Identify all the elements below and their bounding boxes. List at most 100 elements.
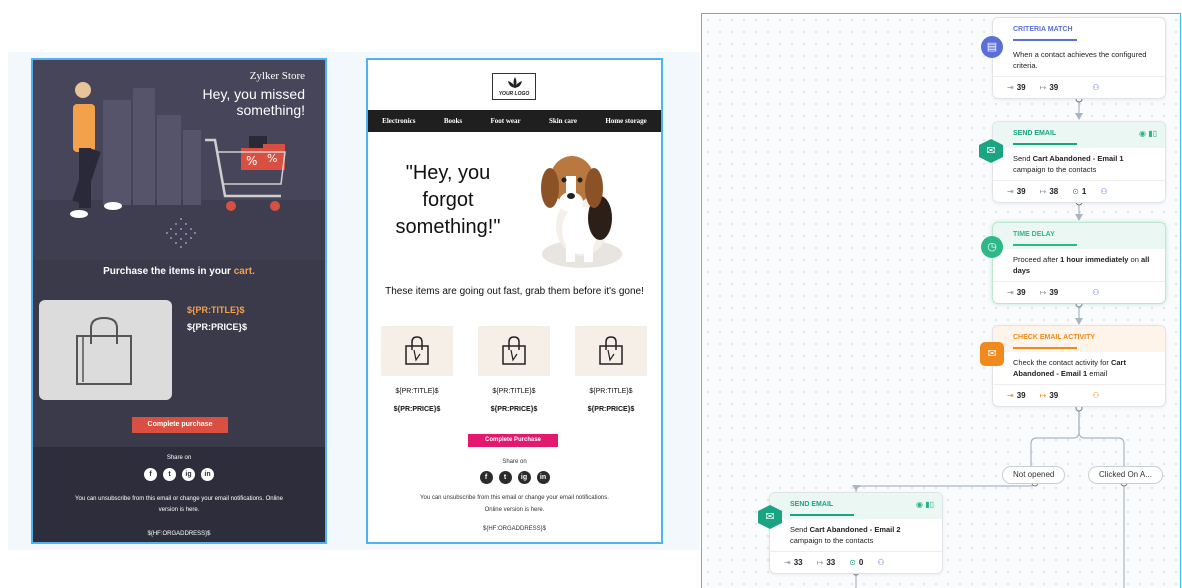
node-description: When a contact achieves the configured c… bbox=[1013, 50, 1147, 70]
product-price-token: ${PR:PRICE}$ bbox=[393, 406, 441, 413]
view-report-icons[interactable]: ◉ ▮▯ bbox=[1139, 129, 1157, 138]
node-type-label: CRITERIA MATCH bbox=[1013, 26, 1073, 33]
branch-clicked-on[interactable]: Clicked On A... bbox=[1088, 466, 1163, 484]
unsubscribe-text[interactable]: You can unsubscribe from this email or c… bbox=[412, 492, 617, 516]
hero-quote: "Hey, you forgot something!" bbox=[395, 162, 501, 238]
stat-goal: ⊙ 1 bbox=[1072, 187, 1087, 196]
email-template-light[interactable]: YOUR LOGO Electronics Books Foot wear Sk… bbox=[366, 58, 663, 544]
node-send-email-1[interactable]: SEND EMAIL ◉ ▮▯ Send Cart Abandoned - Em… bbox=[992, 121, 1166, 203]
unsubscribe-text[interactable]: You can unsubscribe from this email or c… bbox=[73, 494, 285, 516]
facebook-icon[interactable]: f bbox=[479, 471, 493, 484]
contacts-icon[interactable]: ⚇ bbox=[1100, 187, 1107, 196]
node-description: Send Cart Abandoned - Email 2 campaign t… bbox=[790, 525, 901, 545]
nav-item-skin-care[interactable]: Skin care bbox=[549, 117, 577, 125]
node-type-label: SEND EMAIL bbox=[790, 501, 834, 508]
shopping-bag-icon bbox=[405, 336, 429, 365]
building-shape bbox=[133, 88, 155, 205]
nav-item-electronics[interactable]: Electronics bbox=[382, 117, 415, 125]
header-underline bbox=[1013, 347, 1077, 349]
enter-icon: ⇥ bbox=[1007, 187, 1014, 196]
lotus-icon bbox=[508, 77, 522, 88]
node-header: TIME DELAY bbox=[993, 223, 1165, 249]
instagram-icon[interactable]: ig bbox=[182, 468, 195, 481]
goal-icon: ⊙ bbox=[1072, 187, 1079, 196]
stat-entered: ⇥ 33 bbox=[784, 558, 803, 567]
node-criteria-match[interactable]: CRITERIA MATCH When a contact achieves t… bbox=[992, 17, 1166, 99]
contacts-icon[interactable]: ⚇ bbox=[1092, 288, 1099, 297]
purchase-text: Purchase the items in your bbox=[103, 266, 234, 277]
complete-purchase-button[interactable]: Complete Purchase bbox=[468, 434, 558, 447]
contacts-icon[interactable]: ⚇ bbox=[877, 558, 884, 567]
stat-entered-value: 39 bbox=[1016, 83, 1026, 92]
exit-icon: ↦ bbox=[1039, 187, 1047, 196]
enter-icon: ⇥ bbox=[1007, 288, 1014, 297]
branch-not-opened[interactable]: Not opened bbox=[1002, 466, 1066, 484]
linkedin-icon[interactable]: in bbox=[536, 471, 550, 484]
twitter-icon[interactable]: t bbox=[163, 468, 176, 481]
node-description: Send Cart Abandoned - Email 1 campaign t… bbox=[1013, 154, 1124, 174]
svg-text:%: % bbox=[267, 152, 277, 165]
node-check-email-activity[interactable]: CHECK EMAIL ACTIVITY Check the contact a… bbox=[992, 325, 1166, 407]
header-underline bbox=[790, 514, 854, 516]
org-address-token: ${HF:ORGADDRESS}$ bbox=[482, 526, 547, 532]
node-description: Proceed after 1 hour immediately on all … bbox=[1013, 255, 1150, 275]
linkedin-icon[interactable]: in bbox=[201, 468, 214, 481]
complete-purchase-button[interactable]: Complete purchase bbox=[132, 417, 228, 433]
nav-item-books[interactable]: Books bbox=[444, 117, 462, 125]
node-stats: ⇥ 39 ↦ 38 ⊙ 1 ⚇ bbox=[993, 180, 1165, 202]
node-stats: ⇥ 39 ↦ 39 ⚇ bbox=[993, 76, 1165, 98]
stat-entered: ⇥ 39 bbox=[1007, 288, 1026, 297]
goal-icon: ⊙ bbox=[849, 558, 856, 567]
header-underline bbox=[1013, 244, 1077, 246]
node-header: SEND EMAIL ◉ ▮▯ bbox=[993, 122, 1165, 148]
view-report-icons[interactable]: ◉ ▮▯ bbox=[916, 500, 934, 509]
email-template-dark[interactable]: Zylker Store Hey, you missed something! … bbox=[31, 58, 327, 544]
subheading: These items are going out fast, grab the… bbox=[385, 286, 644, 297]
twitter-icon[interactable]: t bbox=[498, 471, 512, 484]
product-image bbox=[381, 326, 453, 376]
cart-accent-text: cart. bbox=[233, 266, 255, 277]
node-stats: ⇥ 33 ↦ 33 ⊙ 0 ⚇ bbox=[770, 551, 942, 573]
headline: Hey, you missed something! bbox=[202, 86, 305, 118]
node-type-label: SEND EMAIL bbox=[1013, 130, 1057, 137]
header-underline bbox=[1013, 143, 1077, 145]
shopping-bag-icon bbox=[599, 336, 623, 365]
share-label: Share on bbox=[502, 459, 527, 465]
node-time-delay[interactable]: TIME DELAY Proceed after 1 hour immediat… bbox=[992, 222, 1166, 304]
instagram-icon[interactable]: ig bbox=[517, 471, 531, 484]
stat-goal: ⊙ 0 bbox=[849, 558, 864, 567]
nav-item-footwear[interactable]: Foot wear bbox=[490, 117, 520, 125]
workflow-canvas[interactable]: CRITERIA MATCH When a contact achieves t… bbox=[701, 13, 1181, 588]
social-icons: f t ig in bbox=[368, 471, 661, 484]
node-type-label: TIME DELAY bbox=[1013, 231, 1055, 238]
enter-icon: ⇥ bbox=[1007, 391, 1014, 400]
contacts-icon[interactable]: ⚇ bbox=[1092, 391, 1099, 400]
exit-icon: ↦ bbox=[1039, 391, 1047, 400]
dotted-diamond-decoration bbox=[166, 218, 196, 248]
contacts-icon[interactable]: ⚇ bbox=[1092, 83, 1099, 92]
share-label: Share on bbox=[166, 455, 192, 461]
shopping-cart-illustration: % % bbox=[205, 136, 286, 211]
node-description: Check the contact activity for Cart Aban… bbox=[1013, 358, 1126, 378]
enter-icon: ⇥ bbox=[784, 558, 791, 567]
product-price-token: ${PR:PRICE}$ bbox=[587, 406, 635, 413]
purchase-line: Purchase the items in your cart. bbox=[33, 266, 325, 277]
product-title-token: ${PR:TITLE}$ bbox=[492, 388, 536, 395]
product-title-token: ${PR:TITLE}$ bbox=[589, 388, 633, 395]
social-icons: f t ig in bbox=[33, 468, 325, 481]
node-send-email-2[interactable]: SEND EMAIL ◉ ▮▯ Send Cart Abandoned - Em… bbox=[769, 492, 943, 574]
exit-icon: ↦ bbox=[1039, 83, 1047, 92]
stat-entered: ⇥ 39 bbox=[1007, 83, 1026, 92]
facebook-icon[interactable]: f bbox=[144, 468, 157, 481]
category-nav: Electronics Books Foot wear Skin care Ho… bbox=[368, 110, 661, 132]
stat-exited: ↦ 39 bbox=[1039, 391, 1059, 400]
stat-exited: ↦ 33 bbox=[816, 558, 836, 567]
org-address-token: ${HF:ORGADDRESS}$ bbox=[147, 531, 211, 537]
clock-icon: ◷ bbox=[981, 236, 1003, 258]
node-header: CRITERIA MATCH bbox=[993, 18, 1165, 44]
product-image bbox=[575, 326, 647, 376]
node-stats: ⇥ 39 ↦ 39 ⚇ bbox=[993, 281, 1165, 303]
shopping-bag-icon bbox=[502, 336, 526, 365]
nav-item-home-storage[interactable]: Home storage bbox=[605, 117, 646, 125]
beagle-dog-image bbox=[541, 156, 622, 268]
